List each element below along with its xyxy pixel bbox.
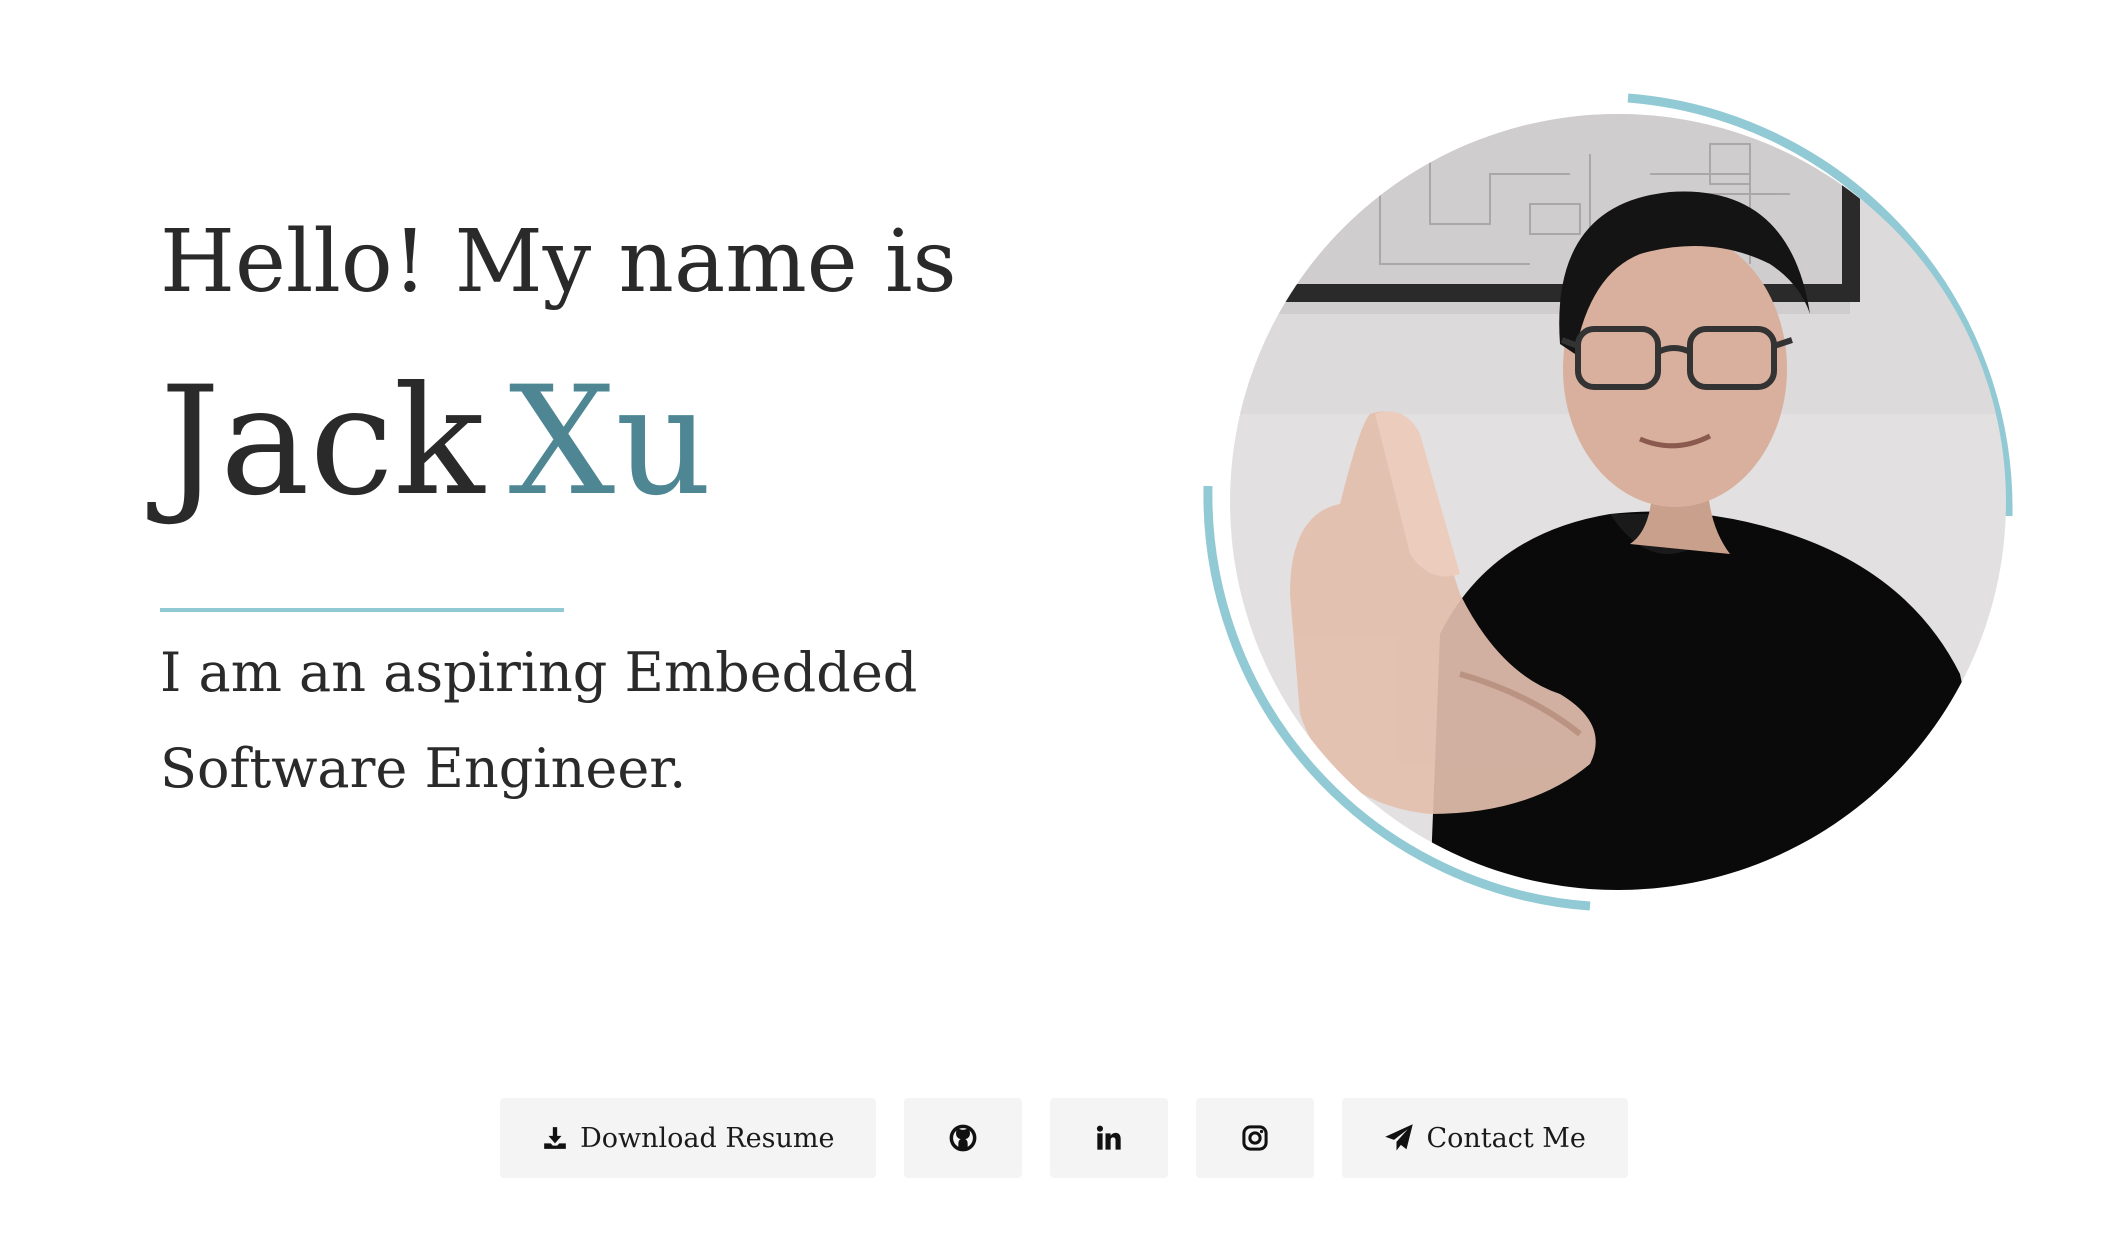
- contact-me-button[interactable]: Contact Me: [1342, 1098, 1628, 1178]
- hero-section: Hello! My name is Jack Xu I am an aspirin…: [0, 0, 2128, 1236]
- github-icon: [949, 1124, 977, 1152]
- first-name: Jack: [160, 355, 485, 529]
- hero-name: Jack Xu: [160, 360, 712, 525]
- download-resume-button[interactable]: Download Resume: [500, 1098, 877, 1178]
- instagram-icon: [1241, 1124, 1269, 1152]
- greeting-text: Hello! My name is: [160, 212, 957, 312]
- last-name: Xu: [508, 355, 712, 529]
- download-icon: [542, 1125, 568, 1151]
- github-button[interactable]: [904, 1098, 1023, 1178]
- contact-me-label: Contact Me: [1426, 1122, 1586, 1154]
- accent-divider: [160, 608, 564, 612]
- linkedin-icon: [1095, 1124, 1123, 1152]
- profile-photo: [1230, 114, 2006, 890]
- action-buttons: Download Resume Contact Me: [0, 1098, 2128, 1178]
- person-photo-illustration: [1230, 114, 2006, 890]
- linkedin-button[interactable]: [1050, 1098, 1169, 1178]
- paper-plane-icon: [1384, 1123, 1414, 1153]
- tagline: I am an aspiring Embedded Software Engin…: [160, 641, 918, 800]
- profile-photo-frame: [1200, 90, 2040, 930]
- download-resume-label: Download Resume: [580, 1122, 835, 1154]
- instagram-button[interactable]: [1196, 1098, 1315, 1178]
